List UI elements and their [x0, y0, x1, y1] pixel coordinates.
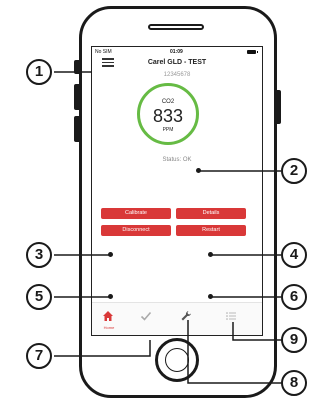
- callout-dot-4: [208, 252, 213, 257]
- callout-7: 7: [26, 343, 52, 369]
- callout-dot-5: [108, 294, 113, 299]
- callout-8: 8: [281, 370, 307, 396]
- callout-6: 6: [281, 284, 307, 310]
- callout-5: 5: [26, 284, 52, 310]
- callout-4: 4: [281, 242, 307, 268]
- callout-1: 1: [26, 59, 52, 85]
- callout-dot-2: [196, 168, 201, 173]
- callout-9: 9: [281, 327, 307, 353]
- callout-2: 2: [281, 158, 307, 184]
- callout-dot-3: [108, 252, 113, 257]
- callout-3: 3: [26, 242, 52, 268]
- callout-dot-6: [208, 294, 213, 299]
